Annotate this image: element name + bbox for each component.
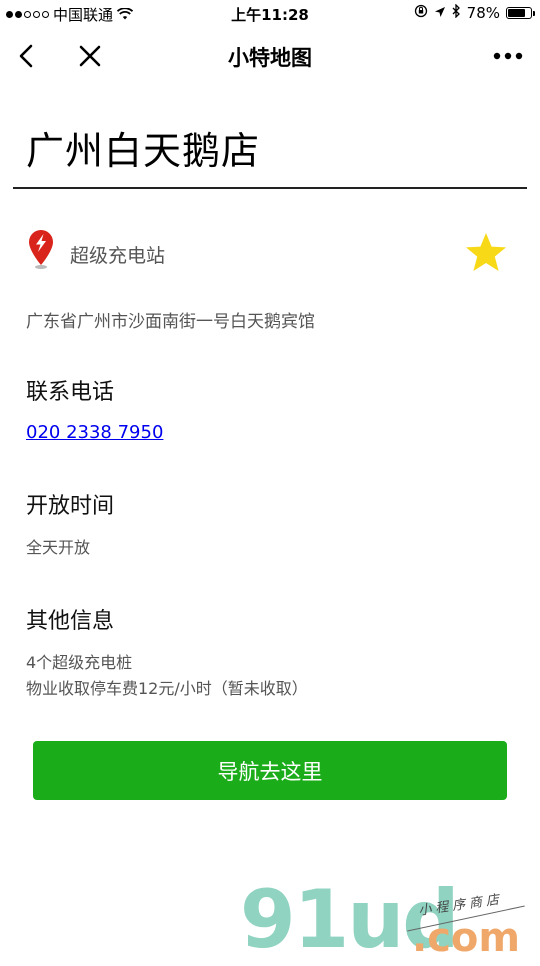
more-dots-icon (493, 52, 523, 60)
hours-value: 全天开放 (26, 538, 91, 557)
contact-heading: 联系电话 (26, 380, 115, 405)
status-bar: 中国联通 上午11:28 78% (0, 0, 540, 28)
phone-link[interactable]: 020 2338 7950 (26, 422, 163, 443)
location-arrow-icon (434, 4, 446, 22)
star-icon[interactable] (464, 231, 508, 277)
other-info-line-1: 4个超级充电桩 (26, 653, 133, 672)
more-button[interactable] (490, 38, 526, 74)
hours-heading: 开放时间 (26, 494, 115, 519)
category-label: 超级充电站 (70, 245, 166, 267)
watermark-suffix: .com (412, 915, 521, 961)
other-info-heading: 其他信息 (26, 609, 115, 634)
battery-percent: 78% (466, 4, 500, 22)
title-divider (13, 187, 527, 189)
nav-title: 小特地图 (228, 46, 312, 70)
other-info-line-2: 物业收取停车费12元/小时（暂未收取） (26, 679, 308, 698)
bluetooth-icon (452, 3, 461, 22)
navigate-button[interactable]: 导航去这里 (33, 741, 507, 800)
address-text: 广东省广州市沙面南街一号白天鹅宾馆 (26, 312, 315, 332)
category-row: 超级充电站 (26, 228, 516, 274)
nav-bar: 小特地图 (0, 28, 540, 84)
place-name: 广州白天鹅店 (26, 129, 261, 173)
status-right: 78% (414, 3, 535, 22)
map-pin-lightning-icon (26, 228, 56, 274)
battery-icon (506, 7, 535, 19)
rotation-lock-icon (414, 4, 428, 22)
